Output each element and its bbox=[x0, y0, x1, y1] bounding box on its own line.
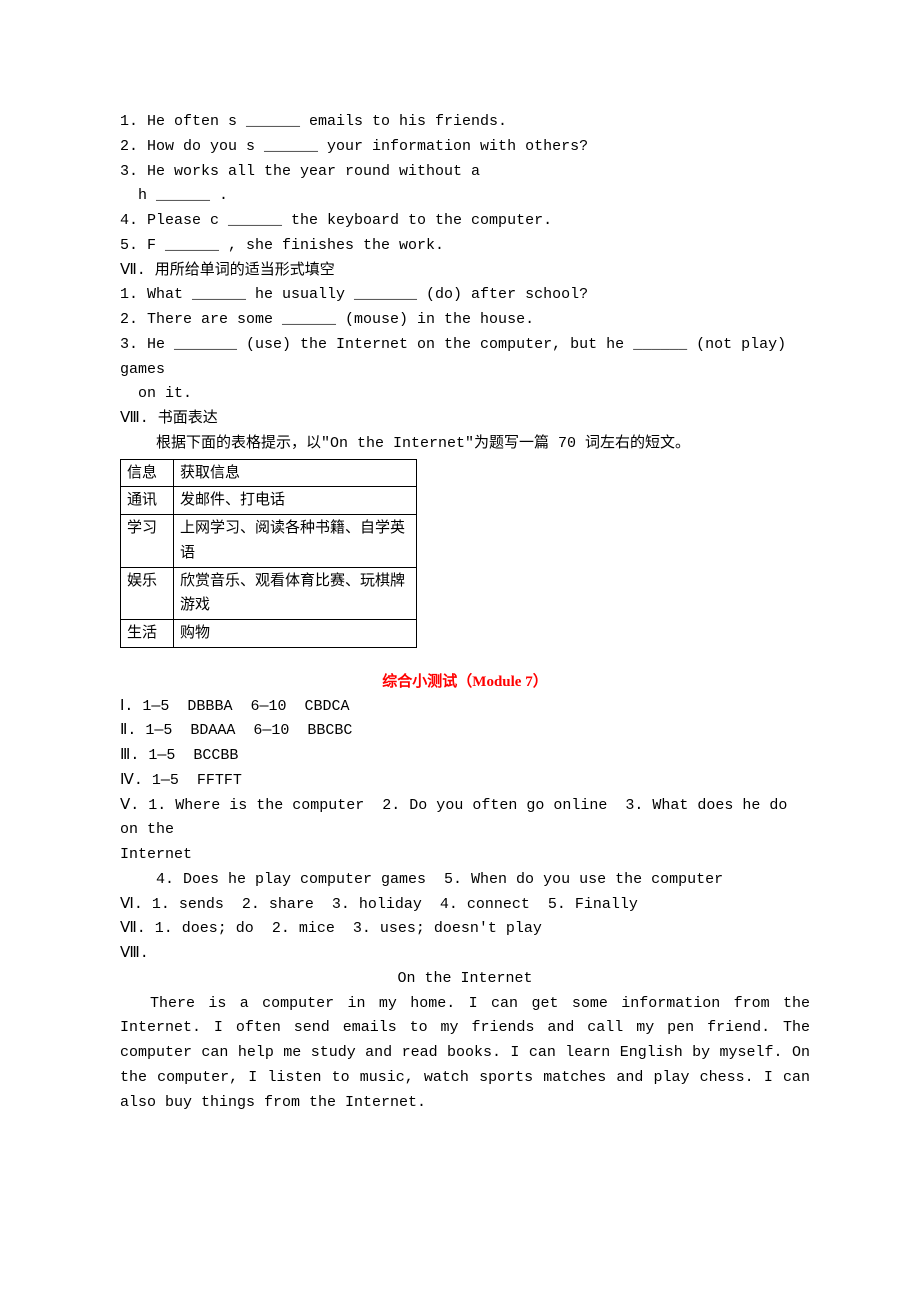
cell-content: 获取信息 bbox=[174, 459, 417, 487]
q7-3b: on it. bbox=[120, 382, 810, 407]
ans-V-line3: 4. Does he play computer games 5. When d… bbox=[120, 868, 810, 893]
ans-II: Ⅱ. 1—5 BDAAA 6—10 BBCBC bbox=[120, 719, 810, 744]
cell-content: 欣赏音乐、观看体育比赛、玩棋牌游戏 bbox=[174, 567, 417, 620]
table-row: 学习 上网学习、阅读各种书籍、自学英语 bbox=[121, 515, 417, 568]
q7-2: 2. There are some ______ (mouse) in the … bbox=[120, 308, 810, 333]
page-container: 1. He often s ______ emails to his frien… bbox=[0, 0, 920, 1302]
ans-V-line1: Ⅴ. 1. Where is the computer 2. Do you of… bbox=[120, 794, 810, 844]
prompt-table: 信息 获取信息 通讯 发邮件、打电话 学习 上网学习、阅读各种书籍、自学英语 娱… bbox=[120, 459, 417, 648]
q7-3a: 3. He _______ (use) the Internet on the … bbox=[120, 333, 810, 383]
ans-IV: Ⅳ. 1—5 FFTFT bbox=[120, 769, 810, 794]
table-row: 信息 获取信息 bbox=[121, 459, 417, 487]
section8-heading: Ⅷ. 书面表达 bbox=[120, 407, 810, 432]
table-row: 通讯 发邮件、打电话 bbox=[121, 487, 417, 515]
ans-III: Ⅲ. 1—5 BCCBB bbox=[120, 744, 810, 769]
cell-content: 购物 bbox=[174, 620, 417, 648]
table-row: 生活 购物 bbox=[121, 620, 417, 648]
cell-label: 学习 bbox=[121, 515, 174, 568]
ans-VII: Ⅶ. 1. does; do 2. mice 3. uses; doesn't … bbox=[120, 917, 810, 942]
q6-4: 4. Please c ______ the keyboard to the c… bbox=[120, 209, 810, 234]
cell-label: 生活 bbox=[121, 620, 174, 648]
answers-title: 综合小测试（Module 7） bbox=[120, 670, 810, 695]
section8-intro: 根据下面的表格提示，以"On the Internet"为题写一篇 70 词左右… bbox=[120, 432, 810, 457]
ans-VIII: Ⅷ. bbox=[120, 942, 810, 967]
essay-body: There is a computer in my home. I can ge… bbox=[120, 992, 810, 1116]
cell-content: 发邮件、打电话 bbox=[174, 487, 417, 515]
q6-2: 2. How do you s ______ your information … bbox=[120, 135, 810, 160]
cell-content: 上网学习、阅读各种书籍、自学英语 bbox=[174, 515, 417, 568]
cell-label: 娱乐 bbox=[121, 567, 174, 620]
cell-label: 通讯 bbox=[121, 487, 174, 515]
q6-3a: 3. He works all the year round without a bbox=[120, 160, 810, 185]
essay-title: On the Internet bbox=[120, 967, 810, 992]
cell-label: 信息 bbox=[121, 459, 174, 487]
q6-1: 1. He often s ______ emails to his frien… bbox=[120, 110, 810, 135]
ans-I: Ⅰ. 1—5 DBBBA 6—10 CBDCA bbox=[120, 695, 810, 720]
ans-VI: Ⅵ. 1. sends 2. share 3. holiday 4. conne… bbox=[120, 893, 810, 918]
q7-1: 1. What ______ he usually _______ (do) a… bbox=[120, 283, 810, 308]
section7-heading: Ⅶ. 用所给单词的适当形式填空 bbox=[120, 259, 810, 284]
q6-5: 5. F ______ , she finishes the work. bbox=[120, 234, 810, 259]
ans-V-line2: Internet bbox=[120, 843, 810, 868]
q6-3b: h ______ . bbox=[120, 184, 810, 209]
table-row: 娱乐 欣赏音乐、观看体育比赛、玩棋牌游戏 bbox=[121, 567, 417, 620]
